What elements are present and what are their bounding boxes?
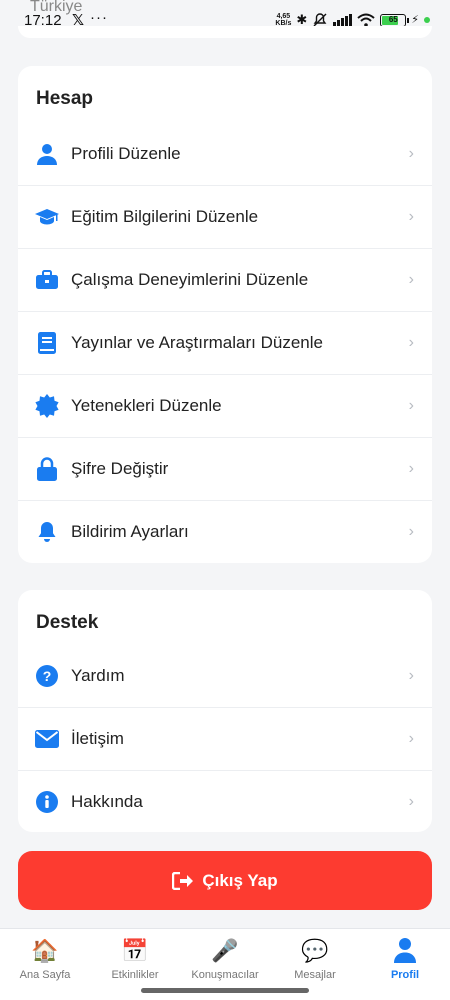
menu-item-label: Yardım xyxy=(71,665,125,685)
chevron-right-icon: › xyxy=(408,666,414,684)
tab-label: Mesajlar xyxy=(294,969,336,981)
user-icon xyxy=(35,142,59,166)
lock-icon xyxy=(35,457,59,481)
home-icon: 🏠 xyxy=(31,938,59,963)
tab-label: Etkinlikler xyxy=(111,969,159,981)
menu-item-label: Bildirim Ayarları xyxy=(71,522,189,541)
chevron-right-icon: › xyxy=(408,208,414,225)
profile-icon xyxy=(393,937,417,965)
menu-item-edit-education[interactable]: Eğitim Bilgilerini Düzenle › xyxy=(18,185,432,248)
menu-item-label: Hakkında xyxy=(71,792,143,811)
tab-messages[interactable]: 💬 Mesajlar xyxy=(270,937,360,985)
menu-item-label: Eğitim Bilgilerini Düzenle xyxy=(71,207,259,226)
support-card: Destek ? Yardım › İletişim › Hakkında › xyxy=(18,590,432,832)
wifi-icon xyxy=(357,13,375,27)
graduation-cap-icon xyxy=(35,205,59,229)
menu-item-label: Yetenekleri Düzenle xyxy=(71,396,222,415)
tab-label: Konuşmacılar xyxy=(191,969,259,981)
chevron-right-icon: › xyxy=(408,397,414,414)
chevron-right-icon: › xyxy=(408,793,414,810)
signal-icon xyxy=(333,14,353,26)
logout-button[interactable]: Çıkış Yap xyxy=(18,851,432,910)
chevron-right-icon: › xyxy=(408,730,414,747)
info-icon xyxy=(35,790,59,814)
account-section-title: Hesap xyxy=(36,88,94,109)
support-section-title: Destek xyxy=(36,612,99,633)
menu-item-edit-experience[interactable]: Çalışma Deneyimlerini Düzenle › xyxy=(18,248,432,311)
badge-icon xyxy=(35,394,59,418)
menu-item-notification-settings[interactable]: Bildirim Ayarları › xyxy=(18,500,432,563)
menu-item-help[interactable]: ? Yardım › xyxy=(18,644,432,707)
battery-icon: 65 xyxy=(380,13,410,27)
tab-events[interactable]: 📅 Etkinlikler xyxy=(90,937,180,985)
question-icon: ? xyxy=(35,664,59,688)
tab-speakers[interactable]: 🎤 Konuşmacılar xyxy=(180,937,270,985)
chat-bubble-icon: 💬 xyxy=(301,938,329,963)
envelope-icon xyxy=(35,727,59,751)
privacy-dot xyxy=(424,17,430,23)
menu-item-change-password[interactable]: Şifre Değiştir › xyxy=(18,437,432,500)
svg-text:?: ? xyxy=(43,668,52,684)
tab-profile[interactable]: Profil xyxy=(360,937,450,985)
menu-item-label: İletişim xyxy=(71,729,124,748)
sign-out-icon xyxy=(172,871,194,890)
account-card: Hesap Profili Düzenle › Eğitim Bilgileri… xyxy=(18,66,432,563)
menu-item-about[interactable]: Hakkında › xyxy=(18,770,432,833)
chevron-right-icon: › xyxy=(408,523,414,540)
chevron-right-icon: › xyxy=(408,460,414,477)
menu-item-edit-profile[interactable]: Profili Düzenle › xyxy=(18,122,432,185)
home-indicator[interactable] xyxy=(141,988,309,993)
screen: Türkiye 17:12 𝕏 ··· 4,65 KB/s ✱ 65 ⚡ Hes… xyxy=(0,0,450,1000)
tab-label: Profil xyxy=(390,969,420,981)
calendar-icon: 📅 xyxy=(121,938,149,963)
more-notifications-icon: ··· xyxy=(90,9,108,26)
previous-card-edge xyxy=(18,26,432,38)
menu-item-contact[interactable]: İletişim › xyxy=(18,707,432,770)
menu-item-edit-skills[interactable]: Yetenekleri Düzenle › xyxy=(18,374,432,437)
tab-home[interactable]: 🏠 Ana Sayfa xyxy=(0,937,90,985)
logout-label: Çıkış Yap xyxy=(202,870,278,890)
menu-item-label: Profili Düzenle xyxy=(71,143,181,163)
chevron-right-icon: › xyxy=(408,271,414,288)
tab-label: Ana Sayfa xyxy=(19,969,71,981)
briefcase-icon xyxy=(35,268,59,292)
book-icon xyxy=(35,331,59,355)
chevron-right-icon: › xyxy=(408,334,414,351)
chevron-right-icon: › xyxy=(408,144,414,162)
bell-icon xyxy=(35,520,59,544)
menu-item-label: Şifre Değiştir xyxy=(71,459,169,478)
menu-item-label: Çalışma Deneyimlerini Düzenle xyxy=(71,270,309,289)
menu-item-label: Yayınlar ve Araştırmaları Düzenle xyxy=(71,333,323,352)
menu-item-edit-publications[interactable]: Yayınlar ve Araştırmaları Düzenle › xyxy=(18,311,432,374)
network-speed: 4,65 KB/s xyxy=(275,13,292,27)
microphone-icon: 🎤 xyxy=(211,938,239,963)
